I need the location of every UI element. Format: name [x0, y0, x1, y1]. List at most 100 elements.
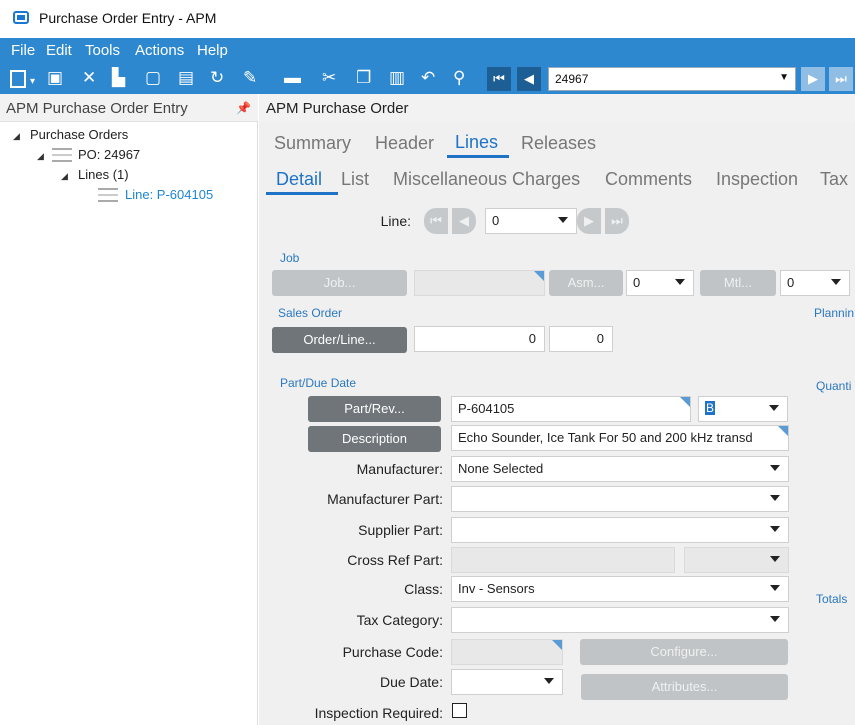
chevron-down-icon[interactable] — [770, 616, 780, 622]
chevron-down-icon[interactable]: ▼ — [779, 72, 789, 83]
cross-ref-part-input[interactable] — [451, 547, 675, 573]
chevron-down-icon[interactable] — [558, 217, 568, 223]
notes-icon[interactable]: ▢ — [145, 68, 161, 88]
cross-ref-part-select[interactable] — [684, 547, 789, 573]
po-number-combo[interactable]: 24967 ▼ — [548, 67, 796, 91]
asm-button[interactable]: Asm... — [549, 270, 623, 296]
menu-bar: File Edit Tools Actions Help — [0, 38, 855, 64]
mtl-value: 0 — [787, 275, 795, 290]
collapse-icon[interactable]: ◢ — [37, 151, 44, 162]
supplier-part-select[interactable] — [451, 517, 789, 543]
delete-icon[interactable]: ✕ — [82, 68, 96, 88]
chevron-down-icon[interactable] — [675, 279, 685, 285]
class-select[interactable]: Inv - Sensors — [451, 576, 789, 602]
chevron-down-icon[interactable] — [544, 678, 554, 684]
attributes-button[interactable]: Attributes... — [581, 674, 788, 700]
tree-title: APM Purchase Order Entry — [6, 100, 188, 117]
order-input[interactable]: 0 — [414, 326, 545, 352]
tab-summary[interactable]: Summary — [274, 133, 351, 154]
chevron-down-icon[interactable] — [770, 556, 780, 562]
next-line-icon[interactable]: ▶ — [577, 208, 601, 234]
print-icon[interactable]: ▬ — [284, 68, 301, 88]
manufacturer-select[interactable]: None Selected — [451, 456, 789, 482]
order-line-value: 0 — [596, 331, 604, 346]
collapse-icon[interactable]: ◢ — [13, 131, 20, 142]
first-record-icon[interactable]: ⏮ — [487, 67, 511, 91]
menu-file[interactable]: File — [11, 42, 35, 59]
chevron-down-icon[interactable] — [769, 405, 779, 411]
first-line-icon[interactable]: ⏮ — [424, 208, 448, 234]
inspection-required-checkbox[interactable] — [452, 703, 467, 718]
refresh-icon[interactable]: ↻ — [210, 68, 224, 88]
inspection-required-label: Inspection Required: — [314, 705, 443, 721]
subtab-list[interactable]: List — [341, 169, 369, 190]
chevron-down-icon[interactable] — [770, 495, 780, 501]
subtab-misc-charges[interactable]: Miscellaneous Charges — [393, 169, 580, 190]
last-line-icon[interactable]: ⏭ — [605, 208, 629, 234]
description-input[interactable]: Echo Sounder, Ice Tank For 50 and 200 kH… — [451, 425, 789, 451]
order-line-input[interactable]: 0 — [549, 326, 613, 352]
undo-icon[interactable]: ↶ — [421, 68, 435, 88]
job-button[interactable]: Job... — [272, 270, 407, 296]
new-icon[interactable] — [10, 70, 26, 88]
purchase-order-form: APM Purchase Order Summary Header Lines … — [259, 94, 855, 725]
menu-actions[interactable]: Actions — [135, 42, 184, 59]
line-select[interactable]: 0 — [485, 208, 577, 234]
tab-lines-underline — [447, 155, 509, 158]
revision-select[interactable]: B — [698, 396, 788, 422]
previous-record-icon[interactable]: ◀ — [517, 67, 541, 91]
chevron-down-icon[interactable] — [770, 465, 780, 471]
purchase-code-input[interactable] — [451, 639, 563, 665]
mtl-button[interactable]: Mtl... — [700, 270, 776, 296]
copy-icon[interactable]: ❐ — [356, 68, 371, 88]
sales-order-group-label: Sales Order — [278, 306, 343, 320]
next-record-icon[interactable]: ▶ — [801, 67, 825, 91]
asm-select[interactable]: 0 — [626, 270, 694, 296]
class-label: Class: — [404, 581, 443, 597]
menu-tools[interactable]: Tools — [85, 42, 120, 59]
subtab-tax[interactable]: Tax — [820, 169, 848, 190]
last-record-icon[interactable]: ⏭ — [829, 67, 853, 91]
clear-icon[interactable]: ✎ — [243, 68, 257, 88]
tree-node-line[interactable]: Line: P-604105 — [125, 187, 213, 202]
paste-insert-icon[interactable]: ▥ — [389, 68, 405, 88]
tree-node-lines[interactable]: Lines (1) — [78, 167, 129, 182]
order-value: 0 — [528, 331, 536, 346]
window-title: Purchase Order Entry - APM — [39, 10, 217, 26]
configure-button[interactable]: Configure... — [580, 639, 788, 665]
tax-category-select[interactable] — [451, 607, 789, 633]
cut-icon[interactable]: ✂ — [322, 68, 336, 88]
previous-line-icon[interactable]: ◀ — [452, 208, 476, 234]
attachments-icon[interactable]: ▙ — [112, 68, 125, 88]
supplier-part-label: Supplier Part: — [358, 522, 443, 538]
due-date-picker[interactable] — [451, 669, 563, 695]
tree-node-purchase-orders[interactable]: Purchase Orders — [30, 127, 128, 142]
manufacturer-part-select[interactable] — [451, 486, 789, 512]
search-icon[interactable]: ⚲ — [453, 68, 465, 88]
menu-edit[interactable]: Edit — [46, 42, 72, 59]
line-label: Line: — [380, 213, 411, 229]
part-input[interactable]: P-604105 — [451, 396, 691, 422]
subtab-comments[interactable]: Comments — [605, 169, 692, 190]
subtab-inspection[interactable]: Inspection — [716, 169, 798, 190]
description-button[interactable]: Description — [308, 426, 441, 452]
save-icon[interactable]: ▣ — [47, 68, 63, 88]
new-dropdown-icon[interactable]: ▾ — [30, 72, 35, 92]
part-rev-button[interactable]: Part/Rev... — [308, 396, 441, 422]
tab-header[interactable]: Header — [375, 133, 434, 154]
collapse-icon[interactable]: ◢ — [61, 171, 68, 182]
tree-node-po[interactable]: PO: 24967 — [78, 147, 140, 162]
job-input[interactable] — [414, 270, 545, 296]
asm-value: 0 — [633, 275, 641, 290]
tab-releases[interactable]: Releases — [521, 133, 596, 154]
chevron-down-icon[interactable] — [770, 585, 780, 591]
tab-lines[interactable]: Lines — [455, 132, 498, 153]
chevron-down-icon[interactable] — [770, 526, 780, 532]
order-line-button[interactable]: Order/Line... — [272, 327, 407, 353]
paste-icon[interactable]: ▤ — [178, 68, 194, 88]
menu-help[interactable]: Help — [197, 42, 228, 59]
pin-icon[interactable]: 📌 — [236, 101, 251, 115]
mtl-select[interactable]: 0 — [780, 270, 850, 296]
chevron-down-icon[interactable] — [831, 279, 841, 285]
subtab-detail[interactable]: Detail — [276, 169, 322, 190]
